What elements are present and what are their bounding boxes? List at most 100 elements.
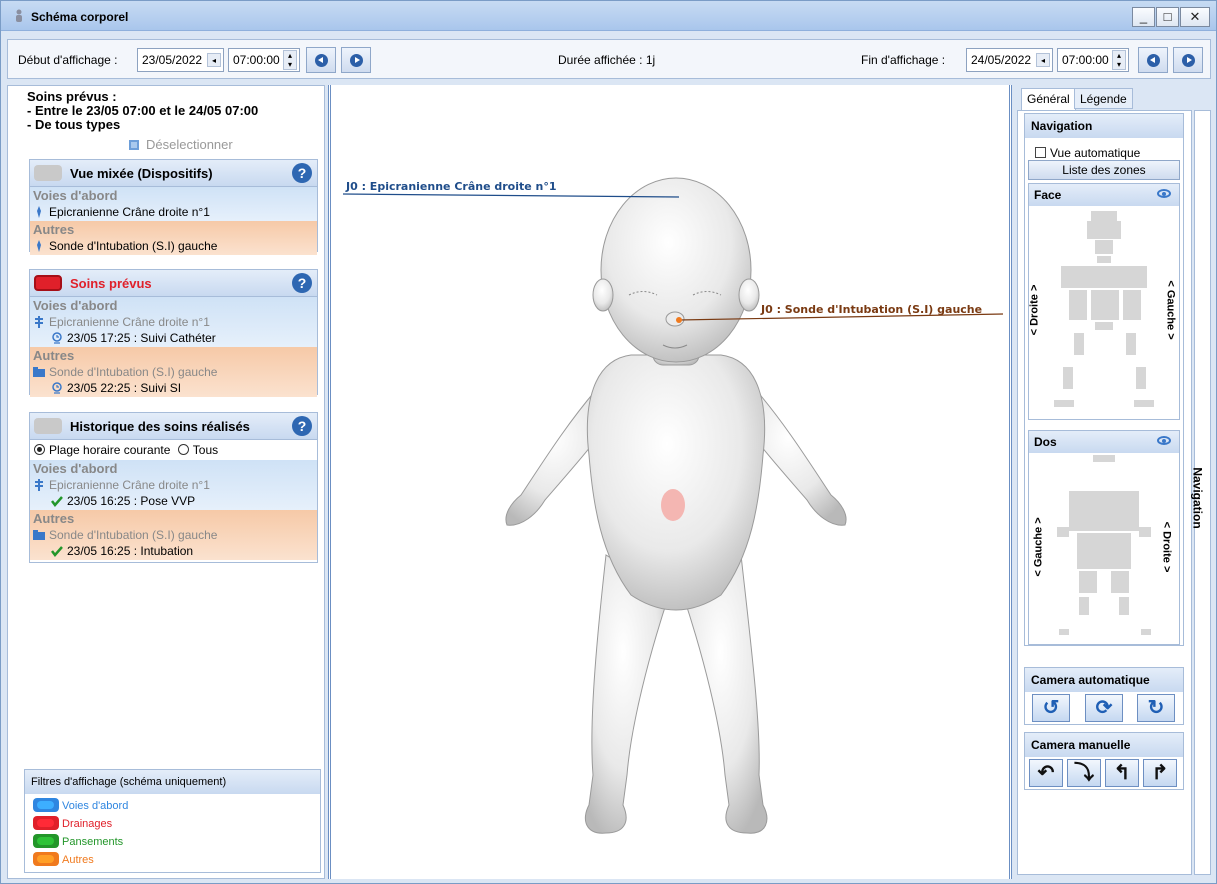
eye-icon[interactable]: [1157, 436, 1171, 445]
head-annotation[interactable]: J0 : Epicranienne Crâne droite n°1: [346, 180, 557, 193]
help-icon[interactable]: ?: [292, 273, 312, 293]
arrow-left-icon: ↰: [1113, 762, 1131, 784]
others-section: Autres Sonde d'Intubation (S.I) gauche 2…: [30, 347, 317, 397]
toggle-switch[interactable]: [33, 834, 59, 848]
zone-back-right-leg[interactable]: [1079, 597, 1089, 615]
zone-back-left-thigh[interactable]: [1111, 571, 1129, 593]
end-prev-button[interactable]: [1138, 47, 1168, 73]
radio-all-label[interactable]: Tous: [193, 443, 218, 457]
zone-head[interactable]: [1087, 221, 1121, 239]
start-prev-button[interactable]: [306, 47, 336, 73]
radio-current[interactable]: [34, 444, 45, 455]
nose-marker[interactable]: [676, 317, 682, 323]
filter-dressing[interactable]: Pansements: [33, 834, 123, 848]
zone-right-foot[interactable]: [1054, 400, 1074, 407]
list-item[interactable]: Epicranienne Crâne droite n°1: [33, 477, 314, 493]
end-next-button[interactable]: [1173, 47, 1203, 73]
event-item[interactable]: 23/05 16:25 : Intubation: [33, 543, 314, 559]
radio-current-label[interactable]: Plage horaire courante: [49, 443, 170, 457]
minimize-button[interactable]: _: [1132, 7, 1155, 27]
zone-right-thigh[interactable]: [1074, 333, 1084, 355]
list-item[interactable]: Sonde d'Intubation (S.I) gauche: [33, 364, 314, 380]
toggle-switch[interactable]: [34, 165, 62, 181]
zone-left-side[interactable]: [1123, 290, 1141, 320]
zone-back-left-foot[interactable]: [1141, 629, 1151, 635]
end-date-picker[interactable]: 24/05/2022 ◂: [966, 48, 1053, 72]
list-item[interactable]: Epicranienne Crâne droite n°1: [33, 204, 314, 220]
tilt-down-button[interactable]: ⤵: [1067, 759, 1101, 787]
checkbox-icon[interactable]: [1035, 147, 1046, 158]
zone-chest[interactable]: [1061, 266, 1147, 288]
zone-abdomen[interactable]: [1091, 290, 1119, 320]
zone-right-side[interactable]: [1069, 290, 1087, 320]
end-time-input[interactable]: 07:00:00 ▴ ▾: [1057, 48, 1129, 72]
tab-general[interactable]: Général: [1021, 88, 1076, 111]
filter-access[interactable]: Voies d'abord: [33, 798, 128, 812]
zone-back-left-leg[interactable]: [1119, 597, 1129, 615]
zone-right-leg[interactable]: [1063, 367, 1073, 389]
spin-icon[interactable]: ▴ ▾: [283, 50, 297, 70]
radio-all[interactable]: [177, 444, 189, 455]
close-button[interactable]: ✕: [1180, 7, 1210, 27]
filter-drainage[interactable]: Drainages: [33, 816, 112, 830]
start-date-picker[interactable]: 23/05/2022 ◂: [137, 48, 224, 72]
event-item[interactable]: 23/05 22:25 : Suivi SI: [33, 380, 314, 396]
body-view[interactable]: J0 : Epicranienne Crâne droite n°1 J0 : …: [328, 85, 1012, 879]
zone-left-leg[interactable]: [1136, 367, 1146, 389]
zone-pelvis[interactable]: [1095, 322, 1113, 330]
baby-body-model[interactable]: [331, 85, 1009, 879]
list-item[interactable]: Sonde d'Intubation (S.I) gauche: [33, 527, 314, 543]
nose-annotation[interactable]: J0 : Sonde d'Intubation (S.I) gauche: [761, 303, 982, 316]
deselect-button[interactable]: Déselectionner: [129, 137, 233, 152]
zones-list-button[interactable]: Liste des zones: [1028, 160, 1180, 180]
toggle-switch[interactable]: [33, 816, 59, 830]
toggle-switch[interactable]: [33, 852, 59, 866]
zone-back-left-arm[interactable]: [1139, 527, 1151, 537]
event-item[interactable]: 23/05 16:25 : Pose VVP: [33, 493, 314, 509]
zone-left-foot[interactable]: [1134, 400, 1154, 407]
tilt-up-button[interactable]: ↶: [1029, 759, 1063, 787]
section-title: Autres: [33, 222, 75, 237]
event-item[interactable]: 23/05 17:25 : Suivi Cathéter: [33, 330, 314, 346]
spin-icon[interactable]: ▴ ▾: [1112, 50, 1126, 70]
dropdown-arrow-icon[interactable]: ◂: [207, 53, 221, 67]
start-next-button[interactable]: [341, 47, 371, 73]
list-item[interactable]: Sonde d'Intubation (S.I) gauche: [33, 238, 314, 254]
planned-care-title: Soins prévus: [70, 276, 152, 291]
tab-legend[interactable]: Légende: [1074, 88, 1133, 109]
eye-icon[interactable]: [1157, 189, 1171, 198]
filter-others[interactable]: Autres: [33, 852, 94, 866]
toggle-switch[interactable]: [33, 798, 59, 812]
arrow-down-icon: ⤵: [1074, 762, 1094, 784]
help-icon[interactable]: ?: [292, 416, 312, 436]
zone-back-head[interactable]: [1093, 455, 1115, 462]
manual-camera-group: Camera manuelle ↶ ⤵ ↰ ↱: [1024, 732, 1184, 790]
back-right-label: < Droite >: [1160, 521, 1173, 573]
navigation-side-tab[interactable]: Navigation: [1191, 110, 1211, 875]
list-item[interactable]: Epicranienne Crâne droite n°1: [33, 314, 314, 330]
zone-head-top[interactable]: [1091, 211, 1117, 221]
zone-upper-back[interactable]: [1069, 491, 1139, 531]
mixed-view-header: Vue mixée (Dispositifs) ?: [30, 160, 317, 187]
zone-left-thigh[interactable]: [1126, 333, 1136, 355]
zone-back-right-thigh[interactable]: [1079, 571, 1097, 593]
zone-back-right-arm[interactable]: [1057, 527, 1069, 537]
catheter-icon: [37, 240, 41, 252]
toggle-switch[interactable]: [34, 418, 62, 434]
reset-camera-button[interactable]: ⟳: [1085, 694, 1123, 722]
dropdown-arrow-icon[interactable]: ◂: [1036, 53, 1050, 67]
display-filters: Filtres d'affichage (schéma uniquement) …: [24, 769, 321, 873]
rotate-right-button[interactable]: ↻: [1137, 694, 1175, 722]
auto-view-checkbox[interactable]: Vue automatique: [1035, 146, 1140, 160]
zone-neck[interactable]: [1097, 256, 1111, 263]
rotate-left-button[interactable]: ↺: [1032, 694, 1070, 722]
zone-lower-back[interactable]: [1077, 533, 1131, 569]
zone-back-right-foot[interactable]: [1059, 629, 1069, 635]
help-icon[interactable]: ?: [292, 163, 312, 183]
pan-left-button[interactable]: ↰: [1105, 759, 1139, 787]
maximize-button[interactable]: □: [1156, 7, 1179, 27]
toggle-switch[interactable]: [34, 275, 62, 291]
pan-right-button[interactable]: ↱: [1143, 759, 1177, 787]
zone-face[interactable]: [1095, 240, 1113, 254]
start-time-input[interactable]: 07:00:00 ▴ ▾: [228, 48, 300, 72]
